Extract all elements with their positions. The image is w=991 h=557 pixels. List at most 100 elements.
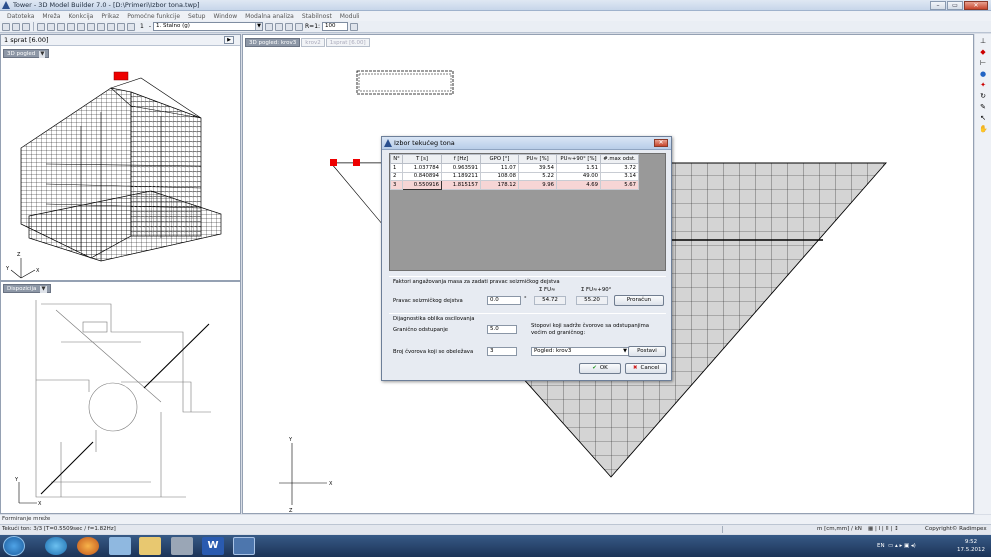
table-cell: 39.54 bbox=[518, 163, 557, 173]
cube-app-icon[interactable] bbox=[171, 537, 193, 555]
clock-date: 17.5.2012 bbox=[957, 547, 985, 553]
nodes-input[interactable]: 3 bbox=[487, 347, 517, 356]
clock[interactable]: 9:52 17.5.2012 bbox=[957, 538, 985, 554]
load-prev-icon[interactable] bbox=[265, 22, 273, 31]
menu-setup[interactable]: Setup bbox=[184, 13, 209, 20]
table-cell: 49.00 bbox=[556, 171, 601, 181]
start-button[interactable] bbox=[3, 536, 25, 556]
close-button[interactable]: ✕ bbox=[964, 1, 988, 10]
status-divider bbox=[722, 526, 723, 533]
load-case-select[interactable]: 1. Stalno (g) ▼ bbox=[153, 22, 263, 31]
table-cell: 178.12 bbox=[480, 180, 519, 190]
firefox-icon[interactable] bbox=[77, 537, 99, 555]
copyright-text: Copyright© Radimpex bbox=[925, 526, 987, 532]
node-marker bbox=[353, 159, 360, 166]
view-select[interactable]: Pogled: krov3 ▼ bbox=[531, 347, 629, 356]
direction-unit: ° bbox=[524, 296, 527, 302]
table-row-selected[interactable]: 3 0.550916 1.815157 178.12 9.96 4.69 5.6… bbox=[390, 180, 639, 190]
new-file-icon[interactable] bbox=[2, 22, 10, 31]
pencil-icon[interactable]: ✎ bbox=[979, 103, 987, 111]
explorer-folder-icon[interactable] bbox=[139, 537, 161, 555]
units-status[interactable]: m [cm,mm] / kN bbox=[817, 525, 862, 534]
table-cell: 0.550916 bbox=[402, 180, 442, 190]
redo-icon[interactable] bbox=[127, 22, 135, 31]
menu-modalna-analiza[interactable]: Modalna analiza bbox=[241, 13, 298, 20]
menu-mreza[interactable]: Mreža bbox=[38, 13, 64, 20]
menu-stabilnost[interactable]: Stabilnost bbox=[298, 13, 336, 20]
fit-icon[interactable] bbox=[295, 22, 303, 31]
ratio-select[interactable]: 100 bbox=[322, 22, 349, 31]
cancel-button[interactable]: ✖ Cancel bbox=[625, 363, 667, 374]
svg-text:Y: Y bbox=[14, 477, 19, 483]
undo-icon[interactable] bbox=[117, 22, 125, 31]
table-cell: 3 bbox=[390, 180, 403, 190]
col-header[interactable]: GPO [°] bbox=[480, 154, 519, 164]
menu-prikaz[interactable]: Prikaz bbox=[97, 13, 123, 20]
col-header[interactable]: #.max odst. bbox=[600, 154, 639, 164]
col-header[interactable]: PU≈ [%] bbox=[518, 154, 557, 164]
col-header[interactable]: N° bbox=[390, 154, 403, 164]
grid-icon[interactable] bbox=[37, 22, 45, 31]
record-icon[interactable] bbox=[107, 22, 115, 31]
menu-pomocne-funkcije[interactable]: Pomoćne funkcije bbox=[123, 13, 184, 20]
taskbar: W EN ▭ ▴ ▸ ▣ ◂) 9:52 17.5.2012 bbox=[0, 535, 991, 557]
rotate-icon[interactable]: ↻ bbox=[979, 92, 987, 100]
beam-icon[interactable] bbox=[77, 22, 85, 31]
tray-icons[interactable]: ▭ ▴ ▸ ▣ ◂) bbox=[888, 535, 916, 557]
table-cell: 1 bbox=[390, 163, 403, 173]
menu-moduli[interactable]: Moduli bbox=[336, 13, 364, 20]
wall-icon[interactable] bbox=[87, 22, 95, 31]
chevron-down-icon: ▼ bbox=[255, 23, 262, 30]
word-icon[interactable]: W bbox=[202, 537, 224, 555]
ratio-value: 100 bbox=[325, 23, 336, 29]
diag-section-label: Dijagnostika oblika oscilovanja bbox=[393, 316, 475, 322]
sum-b-value: 55.20 bbox=[576, 296, 608, 305]
file-icon[interactable] bbox=[109, 537, 131, 555]
mesh-icon[interactable] bbox=[47, 22, 55, 31]
svg-text:Z: Z bbox=[17, 252, 21, 258]
support-icon[interactable]: ✦ bbox=[979, 81, 987, 89]
menu-konkcija[interactable]: Konkcija bbox=[64, 13, 97, 20]
tower-taskbar-icon[interactable] bbox=[233, 537, 255, 555]
menu-window[interactable]: Window bbox=[209, 13, 241, 20]
floor-plan-drawing[interactable]: Y X bbox=[1, 282, 240, 513]
axis-icon[interactable]: ⊥ bbox=[979, 37, 987, 45]
3d-model-drawing[interactable]: Z X Y bbox=[1, 46, 240, 280]
menu-datoteka[interactable]: Datoteka bbox=[3, 13, 38, 20]
load-next-icon[interactable] bbox=[275, 22, 283, 31]
toolbar-separator bbox=[33, 22, 34, 31]
play-icon[interactable]: ▶ bbox=[224, 36, 234, 44]
ok-button[interactable]: ✔ OK bbox=[579, 363, 621, 374]
app-icon bbox=[384, 139, 392, 147]
grid-toggle-icon[interactable]: ▦ | I | ⌷ | ↕ bbox=[868, 525, 899, 534]
pointer-icon[interactable]: ↖ bbox=[979, 114, 987, 122]
open-folder-icon[interactable] bbox=[12, 22, 20, 31]
mass-participation-group: Faktori angažovanja masa za zadati prava… bbox=[389, 276, 666, 312]
contrast-icon[interactable] bbox=[285, 22, 293, 31]
table-row[interactable]: 2 0.840894 1.189211 108.08 5.22 49.00 3.… bbox=[390, 171, 639, 181]
maximize-button[interactable]: ▭ bbox=[947, 1, 963, 10]
col-header[interactable]: f [Hz] bbox=[441, 154, 481, 164]
ruler-icon[interactable]: ⊢ bbox=[979, 59, 987, 67]
svg-text:X: X bbox=[36, 268, 40, 274]
load-icon[interactable]: ◆ bbox=[979, 48, 987, 56]
info-icon[interactable]: ● bbox=[979, 70, 987, 78]
dialog-close-button[interactable]: ✕ bbox=[654, 139, 668, 147]
support-icon[interactable] bbox=[97, 22, 105, 31]
table-row[interactable]: 1 1.037784 0.963591 11.07 39.54 1.51 3.7… bbox=[390, 163, 639, 173]
minimize-button[interactable]: – bbox=[930, 1, 946, 10]
limit-input[interactable]: 5.0 bbox=[487, 325, 517, 334]
frame-icon[interactable] bbox=[57, 22, 65, 31]
col-header[interactable]: PU≈+90° [%] bbox=[556, 154, 601, 164]
language-indicator[interactable]: EN bbox=[877, 535, 885, 557]
hand-icon[interactable]: ✋ bbox=[979, 125, 988, 133]
set-button[interactable]: Postavi bbox=[628, 346, 666, 357]
ratio-label: R=1: bbox=[305, 23, 321, 30]
direction-input[interactable]: 0.0 bbox=[487, 296, 521, 305]
ratio-dropdown-icon[interactable] bbox=[350, 22, 359, 31]
internet-explorer-icon[interactable] bbox=[45, 537, 67, 555]
calculate-button[interactable]: Proračun bbox=[614, 295, 664, 306]
column-icon[interactable] bbox=[67, 22, 75, 31]
save-icon[interactable] bbox=[22, 22, 30, 31]
col-header[interactable]: T [s] bbox=[402, 154, 442, 164]
